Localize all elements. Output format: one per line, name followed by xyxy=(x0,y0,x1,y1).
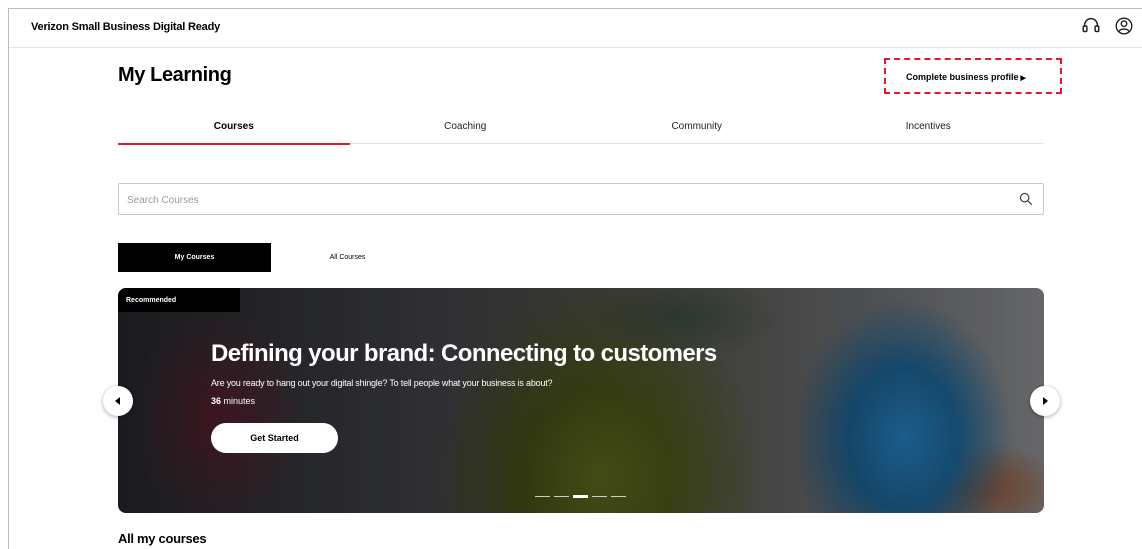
duration-unit: minutes xyxy=(223,396,256,406)
tab-courses[interactable]: Courses xyxy=(118,117,350,145)
search-box xyxy=(118,183,1044,215)
subtab-all-courses[interactable]: All Courses xyxy=(271,243,424,272)
main-tabs: Courses Coaching Community Incentives xyxy=(118,117,1045,145)
carousel-dot[interactable] xyxy=(535,496,550,497)
search-input[interactable] xyxy=(125,190,989,210)
carousel-dot[interactable] xyxy=(611,496,626,497)
get-started-button[interactable]: Get Started xyxy=(211,423,338,453)
hero-carousel-slide: Recommended Defining your brand: Connect… xyxy=(118,288,1044,513)
top-bar: Verizon Small Business Digital Ready xyxy=(9,9,1142,48)
headset-icon[interactable] xyxy=(1080,15,1102,37)
complete-profile-label: Complete business profile xyxy=(906,72,1019,82)
app-window: Verizon Small Business Digital Ready My … xyxy=(8,8,1142,549)
carousel-dot[interactable] xyxy=(554,496,569,497)
carousel-indicators xyxy=(535,495,626,498)
recommended-badge: Recommended xyxy=(118,288,240,312)
hero-description: Are you ready to hang out your digital s… xyxy=(211,378,553,388)
course-filter-tabs: My Courses All Courses xyxy=(118,243,424,272)
hero-image xyxy=(118,288,1044,513)
all-courses-heading: All my courses xyxy=(118,531,207,546)
hero-title: Defining your brand: Connecting to custo… xyxy=(211,340,717,367)
complete-profile-link[interactable]: Complete business profile ▶ xyxy=(906,72,1026,82)
tab-incentives[interactable]: Incentives xyxy=(813,117,1045,143)
account-icon[interactable] xyxy=(1113,15,1135,37)
subtab-my-courses[interactable]: My Courses xyxy=(118,243,271,272)
chevron-right-icon xyxy=(1043,397,1048,405)
caret-right-icon: ▶ xyxy=(1020,75,1026,82)
carousel-next-button[interactable] xyxy=(1030,386,1060,416)
page-title: My Learning xyxy=(118,64,232,86)
tab-coaching[interactable]: Coaching xyxy=(350,117,582,143)
duration-value: 36 xyxy=(211,396,222,406)
carousel-dot[interactable] xyxy=(592,496,607,497)
tab-community[interactable]: Community xyxy=(581,117,813,143)
brand-name[interactable]: Verizon Small Business Digital Ready xyxy=(31,21,220,33)
hero-duration: 36 minutes xyxy=(211,396,255,406)
chevron-left-icon xyxy=(115,397,120,405)
carousel-dot[interactable] xyxy=(573,495,588,498)
search-icon[interactable] xyxy=(1019,192,1033,206)
complete-profile-highlight: Complete business profile ▶ xyxy=(884,58,1062,94)
carousel-prev-button[interactable] xyxy=(103,386,133,416)
